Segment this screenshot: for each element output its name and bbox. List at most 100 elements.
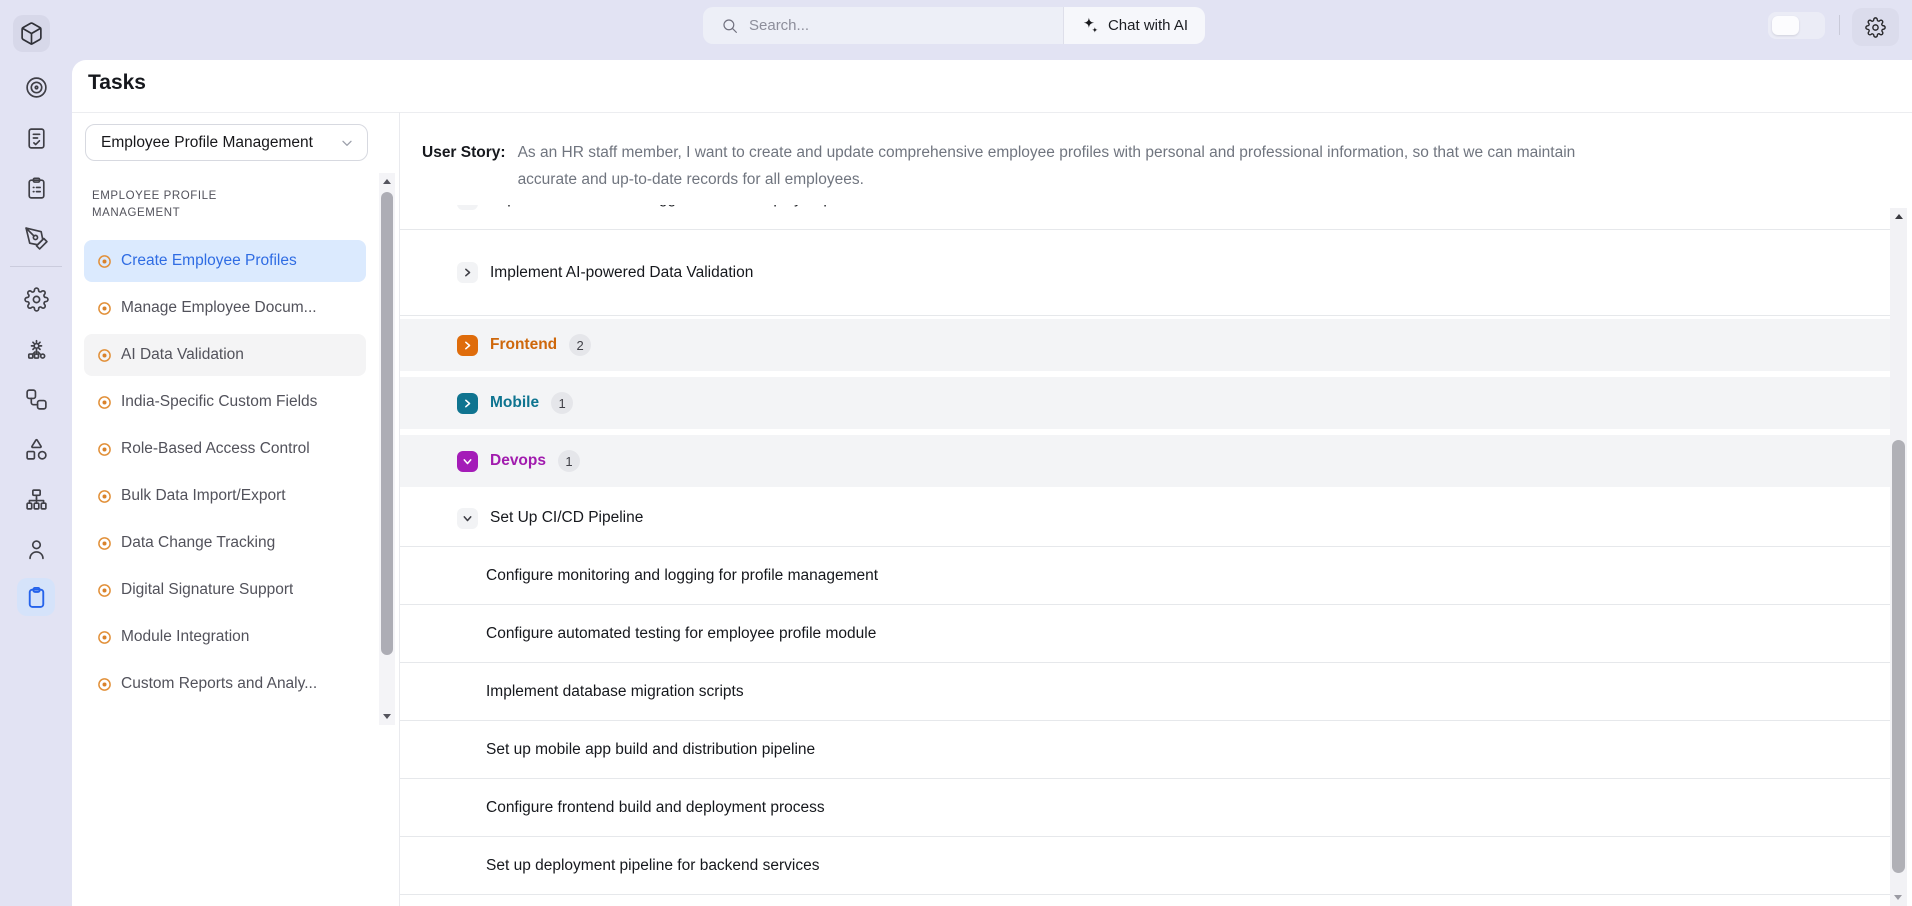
row-expand-badge[interactable] <box>457 451 478 472</box>
user-story-item[interactable]: AI Data Validation <box>84 334 366 376</box>
task-row[interactable]: Configure automated testing for employee… <box>400 605 1890 663</box>
theme-toggle[interactable] <box>1768 12 1825 39</box>
workflow-icon <box>24 387 49 412</box>
task-row[interactable]: Devops 1 <box>400 435 1890 487</box>
user-story-item[interactable]: Create Employee Profiles <box>84 240 366 282</box>
app-root: Chat with AI Tasks Employee Profile Mana… <box>0 0 1912 906</box>
chat-with-ai-label: Chat with AI <box>1108 17 1188 34</box>
task-row[interactable]: Implement smart field suggestions for em… <box>400 205 1890 230</box>
bullseye-icon <box>97 630 112 645</box>
chevron-right-icon <box>462 398 473 409</box>
sidebar-item-requirements[interactable] <box>18 120 54 156</box>
task-count-badge: 1 <box>551 392 573 414</box>
package-icon <box>19 21 44 46</box>
task-row[interactable]: Configure monitoring and logging for pro… <box>400 547 1890 605</box>
task-count-badge: 1 <box>558 450 580 472</box>
user-story-item[interactable]: Bulk Data Import/Export <box>84 475 366 517</box>
page-title: Tasks <box>88 71 146 95</box>
left-panel-scrollbar[interactable] <box>379 173 395 725</box>
task-row-label: Configure monitoring and logging for pro… <box>486 567 878 585</box>
task-row[interactable]: Set up mobile app build and distribution… <box>400 721 1890 779</box>
row-expand-badge[interactable] <box>457 508 478 529</box>
scroll-up-arrow[interactable] <box>383 179 391 184</box>
tasks-clipboard-icon <box>24 585 49 610</box>
clipboard-list-icon <box>24 176 49 201</box>
task-row[interactable]: Configure frontend build and deployment … <box>400 779 1890 837</box>
integrations-icon <box>24 337 49 362</box>
task-row[interactable]: Set up deployment pipeline for backend s… <box>400 837 1890 895</box>
document-check-icon <box>24 126 49 151</box>
user-story-item[interactable]: Custom Reports and Analy... <box>84 663 366 705</box>
sidebar-item-goals[interactable] <box>18 69 54 105</box>
task-row-label: Configure automated testing for employee… <box>486 625 876 643</box>
task-row-label: Set Up CI/CD Pipeline <box>490 509 643 527</box>
main-scrollbar-thumb[interactable] <box>1892 440 1905 873</box>
user-story-item-label: Custom Reports and Analy... <box>121 675 317 693</box>
user-story-list: Create Employee Profiles Manage Employee… <box>84 240 366 710</box>
task-row-label: Implement database migration scripts <box>486 683 744 701</box>
user-story-item[interactable]: Module Integration <box>84 616 366 658</box>
chevron-down-icon <box>339 135 355 151</box>
main-scrollbar[interactable] <box>1890 208 1907 906</box>
sidebar-item-workflow[interactable] <box>18 381 54 417</box>
user-story-line1: As an HR staff member, I want to create … <box>518 139 1813 166</box>
user-story-item-label: Bulk Data Import/Export <box>121 487 286 505</box>
chevron-down-icon <box>462 456 473 467</box>
user-story-item[interactable]: Manage Employee Docum... <box>84 287 366 329</box>
row-expand-badge[interactable] <box>457 205 478 210</box>
search-icon <box>721 17 739 35</box>
user-story-label: User Story: <box>422 139 506 193</box>
bullseye-icon <box>97 254 112 269</box>
scroll-down-arrow[interactable] <box>1894 895 1902 900</box>
user-story-item-label: AI Data Validation <box>121 346 244 364</box>
chat-with-ai-button[interactable]: Chat with AI <box>1063 7 1205 44</box>
org-chart-icon <box>24 487 49 512</box>
search-section[interactable] <box>703 7 1063 44</box>
sidebar-item-integrations[interactable] <box>18 331 54 367</box>
bullseye-icon <box>97 395 112 410</box>
task-row[interactable]: Mobile 1 <box>400 377 1890 429</box>
task-count-badge: 2 <box>569 334 591 356</box>
story-group-select-value: Employee Profile Management <box>101 134 313 152</box>
scroll-down-arrow[interactable] <box>383 714 391 719</box>
settings-button[interactable] <box>1852 8 1899 46</box>
task-row-label: Set up deployment pipeline for backend s… <box>486 857 819 875</box>
bullseye-icon <box>97 677 112 692</box>
theme-toggle-knob[interactable] <box>1772 16 1799 35</box>
user-story-item-label: Create Employee Profiles <box>121 252 297 270</box>
target-icon <box>24 75 49 100</box>
sidebar-item-org-chart[interactable] <box>18 481 54 517</box>
task-row[interactable]: Implement database migration scripts <box>400 663 1890 721</box>
task-row[interactable]: Frontend 2 <box>400 319 1890 371</box>
settings-icon <box>24 287 49 312</box>
user-story-item[interactable]: Data Change Tracking <box>84 522 366 564</box>
row-expand-badge[interactable] <box>457 393 478 414</box>
workspace-button[interactable] <box>13 15 50 52</box>
user-story-item[interactable]: Role-Based Access Control <box>84 428 366 470</box>
task-rows: Implement smart field suggestions for em… <box>400 205 1890 895</box>
topbar-divider <box>1839 15 1840 35</box>
row-expand-badge[interactable] <box>457 335 478 356</box>
row-expand-badge[interactable] <box>457 262 478 283</box>
user-story-item[interactable]: India-Specific Custom Fields <box>84 381 366 423</box>
bullseye-icon <box>97 301 112 316</box>
scroll-up-arrow[interactable] <box>1895 214 1903 219</box>
sidebar-item-shapes[interactable] <box>18 431 54 467</box>
chevron-right-icon <box>462 267 473 278</box>
task-row-label: Set up mobile app build and distribution… <box>486 741 815 759</box>
task-row[interactable]: Set Up CI/CD Pipeline <box>400 490 1890 547</box>
sidebar-item-design[interactable] <box>18 220 54 256</box>
task-row-label: Implement AI-powered Data Validation <box>490 264 753 282</box>
sidebar-item-profile[interactable] <box>18 531 54 567</box>
user-story-item-label: India-Specific Custom Fields <box>121 393 317 411</box>
story-group-select[interactable]: Employee Profile Management <box>85 124 368 161</box>
task-row[interactable]: Implement AI-powered Data Validation <box>400 230 1890 316</box>
sidebar-item-plans[interactable] <box>18 170 54 206</box>
left-scrollbar-thumb[interactable] <box>381 192 393 655</box>
global-search-bar: Chat with AI <box>703 7 1205 44</box>
bullseye-icon <box>97 583 112 598</box>
search-input[interactable] <box>749 17 1029 34</box>
user-story-item[interactable]: Digital Signature Support <box>84 569 366 611</box>
sidebar-item-tasks-active[interactable] <box>17 578 55 616</box>
sidebar-item-settings[interactable] <box>18 281 54 317</box>
